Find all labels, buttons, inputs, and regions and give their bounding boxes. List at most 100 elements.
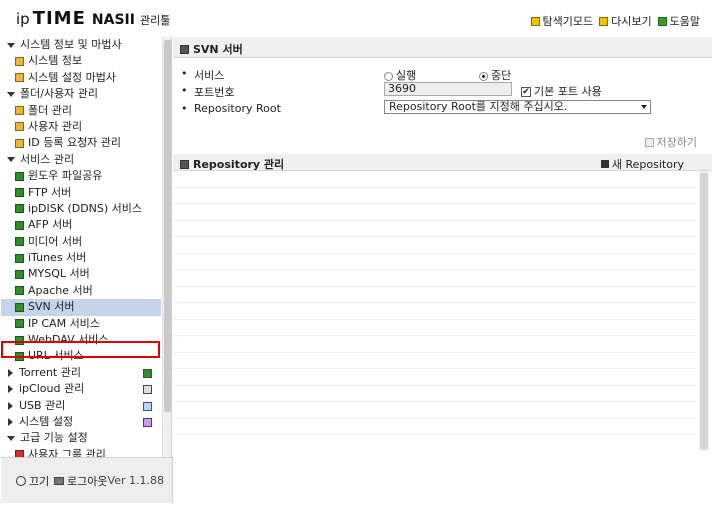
help-link[interactable]: 도움말 [657, 13, 700, 29]
service-icon [15, 253, 24, 263]
list-row [173, 171, 697, 188]
expand-icon [7, 157, 15, 163]
menu-item[interactable]: 윈도우 파일공유 [1, 168, 161, 184]
repository-header: Repository 관리 새 Repository [173, 154, 712, 171]
run-radio[interactable]: 실행 [384, 67, 416, 83]
expand-icon [7, 42, 15, 48]
new-repository-button[interactable]: 새 Repository [600, 156, 684, 172]
repository-section: Repository 관리 새 Repository [173, 154, 712, 502]
torrent-icon [143, 368, 152, 378]
default-port-checkbox[interactable]: ✔ 기본 포트 사용 [521, 83, 602, 99]
list-row [173, 270, 697, 287]
logo-ip: ip [16, 10, 30, 28]
refresh-link[interactable]: 다시보기 [599, 13, 652, 29]
panel-header: SVN 서버 [173, 37, 712, 58]
top-links: 탐색기모드 다시보기 도움말 [530, 13, 700, 29]
exit-button[interactable]: 끄기 [16, 473, 49, 489]
menu-item-svn-selected[interactable]: SVN 서버 [1, 299, 161, 316]
expand-icon [7, 91, 15, 97]
port-row: • 포트번호 3690 ✔ 기본 포트 사용 [181, 82, 602, 99]
sidebar-footer: 끄기 로그아웃 Ver 1.1.88 [1, 457, 173, 503]
menu-item[interactable]: 시스템 설정 마법사 [1, 70, 161, 86]
menu-item[interactable]: AFP 서버 [1, 217, 161, 233]
list-row [173, 353, 697, 369]
radio-selected-icon [479, 71, 488, 81]
server-icon [180, 44, 189, 54]
list-row [173, 402, 697, 419]
menu-item[interactable]: ipDISK (DDNS) 서비스 [1, 201, 161, 217]
group-advanced[interactable]: 고급 기능 설정 [1, 430, 161, 446]
repo-root-select[interactable]: Repository Root를 지정해 주십시오. [384, 100, 651, 114]
menu-item[interactable]: ID 등록 요청자 관리 [1, 135, 161, 151]
service-icon [15, 204, 24, 214]
collapse-icon [8, 368, 13, 377]
service-icon [15, 188, 24, 198]
menu-item[interactable]: MYSQL 서버 [1, 266, 161, 282]
service-icon [15, 220, 24, 230]
list-row [173, 287, 697, 303]
sidebar-scrollbar[interactable] [162, 37, 171, 457]
group-system-info[interactable]: 시스템 정보 및 마법사 [1, 37, 161, 53]
repo-root-row: • Repository Root Repository Root를 지정해 주… [181, 100, 701, 118]
help-icon [657, 16, 667, 26]
menu-item[interactable]: iTunes 서버 [1, 250, 161, 266]
port-input[interactable]: 3690 [384, 82, 512, 96]
top-bar: ip TIME NASII 관리툴 탐색기모드 다시보기 도움말 [0, 0, 720, 37]
logout-button[interactable]: 로그아웃 [54, 473, 107, 489]
version-text: Ver 1.1.88 [107, 474, 164, 487]
repo-root-label: Repository Root [194, 102, 281, 115]
group-ipcloud[interactable]: ipCloud 관리 [1, 381, 161, 397]
list-row [173, 237, 697, 254]
menu-item[interactable]: FTP 서버 [1, 185, 161, 201]
group-folder-user[interactable]: 폴더/사용자 관리 [1, 86, 161, 102]
group-usb[interactable]: USB 관리 [1, 398, 161, 414]
settings-icon [143, 417, 152, 427]
repository-list [173, 171, 697, 451]
expand-icon [7, 435, 15, 441]
group-torrent[interactable]: Torrent 관리 [1, 365, 161, 381]
cloud-icon [143, 385, 152, 395]
logo-suffix: 관리툴 [139, 14, 171, 27]
stop-radio[interactable]: 중단 [479, 67, 511, 83]
explorer-mode-link[interactable]: 탐색기모드 [530, 13, 593, 29]
collapse-icon [8, 417, 13, 426]
menu-item[interactable]: IP CAM 서비스 [1, 316, 161, 332]
user-group-icon [15, 450, 24, 457]
wizard-icon [15, 73, 24, 83]
menu-item[interactable]: 미디어 서버 [1, 234, 161, 250]
page-title: SVN 서버 [180, 41, 243, 57]
service-label: 서비스 [194, 69, 225, 82]
service-icon [15, 319, 24, 329]
menu-item[interactable]: 시스템 정보 [1, 53, 161, 69]
list-row [173, 369, 697, 386]
menu-item[interactable]: 폴더 관리 [1, 103, 161, 119]
list-row [173, 386, 697, 402]
save-button[interactable]: 저장하기 [644, 134, 697, 150]
group-service[interactable]: 서비스 관리 [1, 152, 161, 168]
list-row [173, 303, 697, 320]
scrollbar-thumb[interactable] [700, 173, 708, 449]
list-row [173, 188, 697, 204]
refresh-icon [599, 16, 609, 26]
list-row [173, 419, 697, 435]
folder-icon [15, 106, 24, 116]
id-request-icon [15, 138, 24, 148]
menu-item[interactable]: 사용자 관리 [1, 119, 161, 135]
service-icon [15, 286, 24, 296]
power-icon [16, 476, 26, 486]
repository-title: Repository 관리 [180, 156, 284, 172]
main-panel: SVN 서버 • 서비스 실행 중단 • 포트번호 3690 ✔ 기본 포트 사용… [173, 37, 712, 503]
collapse-icon [8, 385, 13, 394]
menu-item[interactable]: Apache 서버 [1, 283, 161, 299]
service-icon [15, 302, 24, 312]
check-icon: ✔ [521, 87, 531, 97]
menu-item[interactable]: 사용자 그룹 관리 [1, 447, 161, 457]
logo-time: TIME [32, 8, 86, 29]
repository-scrollbar[interactable] [699, 171, 709, 451]
group-system-settings[interactable]: 시스템 설정 [1, 414, 161, 430]
list-row [173, 254, 697, 270]
logout-icon [54, 477, 64, 485]
scrollbar-thumb[interactable] [164, 40, 171, 412]
service-icon [15, 171, 24, 181]
add-icon [600, 160, 609, 168]
